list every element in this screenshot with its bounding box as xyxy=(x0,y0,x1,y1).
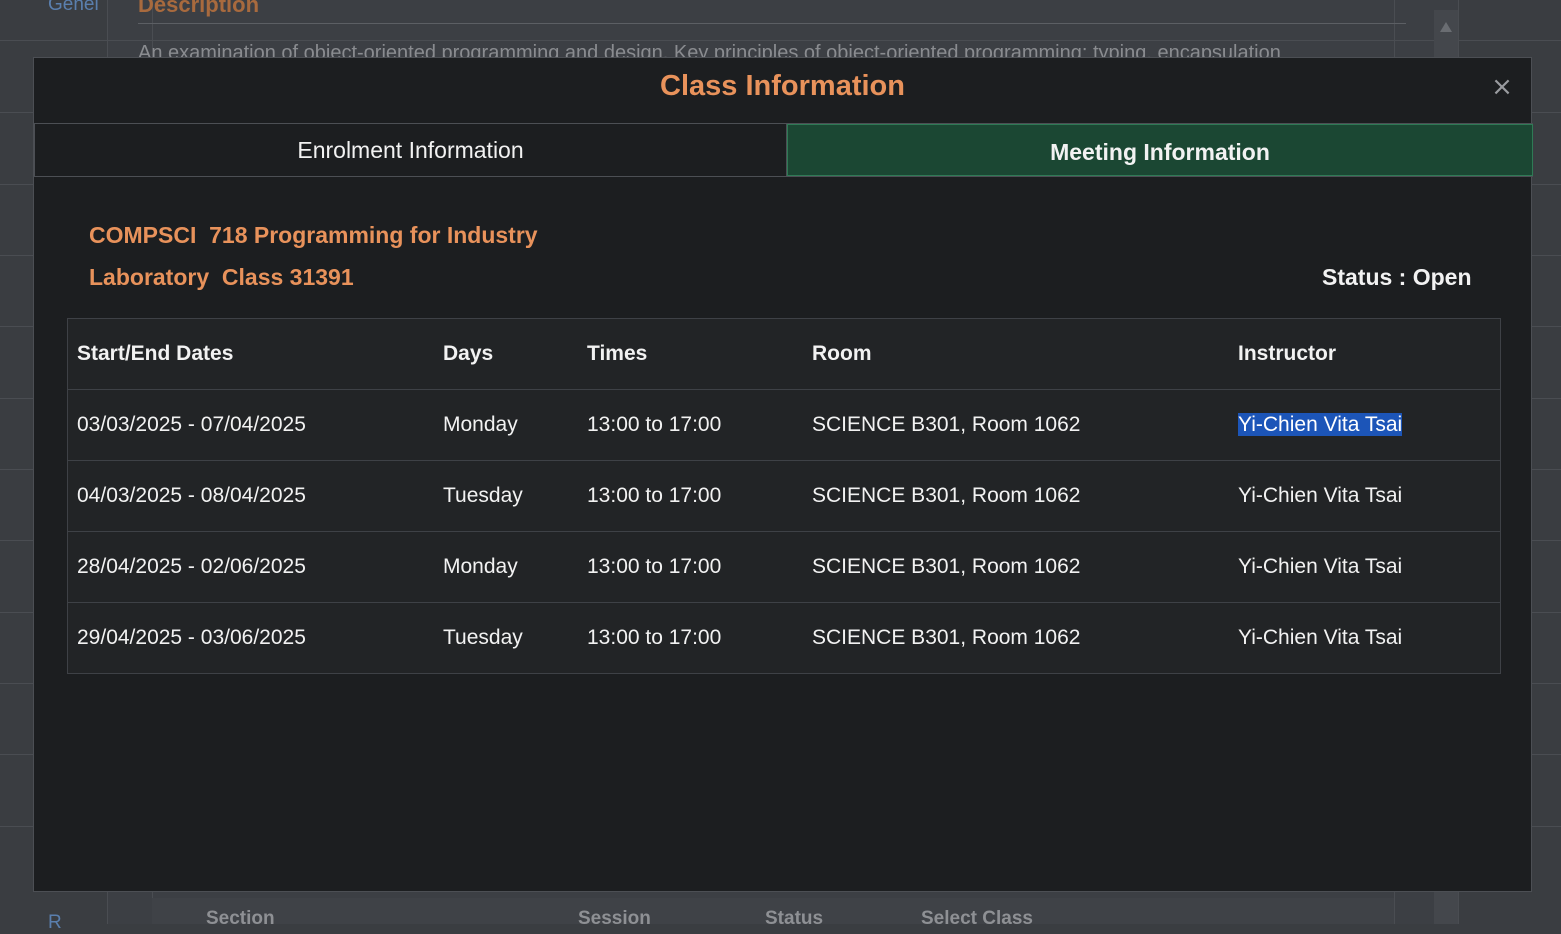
background-section-heading: Description xyxy=(138,0,260,17)
background-footer-header: Status xyxy=(765,908,824,929)
class-line: Laboratory Class 31391 xyxy=(89,264,354,290)
table-row: 03/03/2025 - 07/04/2025 Monday 13:00 to … xyxy=(67,389,1501,461)
table-row: 29/04/2025 - 03/06/2025 Tuesday 13:00 to… xyxy=(67,602,1501,674)
tab-enrolment-information[interactable]: Enrolment Information xyxy=(34,124,787,176)
cell-instructor: Yi-Chien Vita Tsai xyxy=(1229,531,1501,603)
background-nav-link[interactable]: Genel xyxy=(48,0,99,16)
header-room: Room xyxy=(803,318,1229,390)
cell-room: SCIENCE B301, Room 1062 xyxy=(803,602,1229,674)
header-instructor: Instructor xyxy=(1229,318,1501,390)
cell-day: Tuesday xyxy=(434,602,578,674)
cell-dates: 04/03/2025 - 08/04/2025 xyxy=(67,460,434,532)
table-row: 04/03/2025 - 08/04/2025 Tuesday 13:00 to… xyxy=(67,460,1501,532)
dialog-title: Class Information xyxy=(660,70,905,102)
course-title: COMPSCI 718 Programming for Industry xyxy=(89,222,538,248)
table-header-row: Start/End Dates Days Times Room Instruct… xyxy=(67,318,1501,390)
header-times: Times xyxy=(578,318,803,390)
header-days: Days xyxy=(434,318,578,390)
cell-dates: 29/04/2025 - 03/06/2025 xyxy=(67,602,434,674)
cell-room: SCIENCE B301, Room 1062 xyxy=(803,389,1229,461)
tab-bar: Enrolment Information Meeting Informatio… xyxy=(34,123,1533,177)
header-start-end-dates: Start/End Dates xyxy=(67,318,434,390)
background-heading-rule xyxy=(138,23,1406,24)
cell-dates: 28/04/2025 - 02/06/2025 xyxy=(67,531,434,603)
tab-meeting-information[interactable]: Meeting Information xyxy=(787,124,1533,176)
cell-day: Tuesday xyxy=(434,460,578,532)
status-text: Status : Open xyxy=(1322,264,1472,290)
table-row: 28/04/2025 - 02/06/2025 Monday 13:00 to … xyxy=(67,531,1501,603)
close-icon[interactable]: × xyxy=(1489,74,1515,100)
cell-dates: 03/03/2025 - 07/04/2025 xyxy=(67,389,434,461)
background-row-divider xyxy=(0,40,1561,41)
background-footer-header: Section xyxy=(206,908,275,929)
cell-room: SCIENCE B301, Room 1062 xyxy=(803,531,1229,603)
cell-instructor: Yi-Chien Vita Tsai xyxy=(1229,460,1501,532)
selected-instructor-text[interactable]: Yi-Chien Vita Tsai xyxy=(1238,413,1403,436)
background-footer-header: Select Class xyxy=(921,908,1033,929)
cell-time: 13:00 to 17:00 xyxy=(578,602,803,674)
cell-time: 13:00 to 17:00 xyxy=(578,460,803,532)
cell-time: 13:00 to 17:00 xyxy=(578,531,803,603)
cell-day: Monday xyxy=(434,531,578,603)
cell-day: Monday xyxy=(434,389,578,461)
cell-room: SCIENCE B301, Room 1062 xyxy=(803,460,1229,532)
background-footer-header: Session xyxy=(578,908,651,929)
scroll-up-icon[interactable] xyxy=(1440,22,1452,32)
cell-instructor: Yi-Chien Vita Tsai xyxy=(1229,602,1501,674)
cell-time: 13:00 to 17:00 xyxy=(578,389,803,461)
cell-instructor: Yi-Chien Vita Tsai xyxy=(1229,389,1501,461)
meeting-table: Start/End Dates Days Times Room Instruct… xyxy=(67,318,1501,674)
background-nav-link[interactable]: R xyxy=(48,912,62,934)
class-information-dialog: Class Information × Enrolment Informatio… xyxy=(33,57,1533,892)
